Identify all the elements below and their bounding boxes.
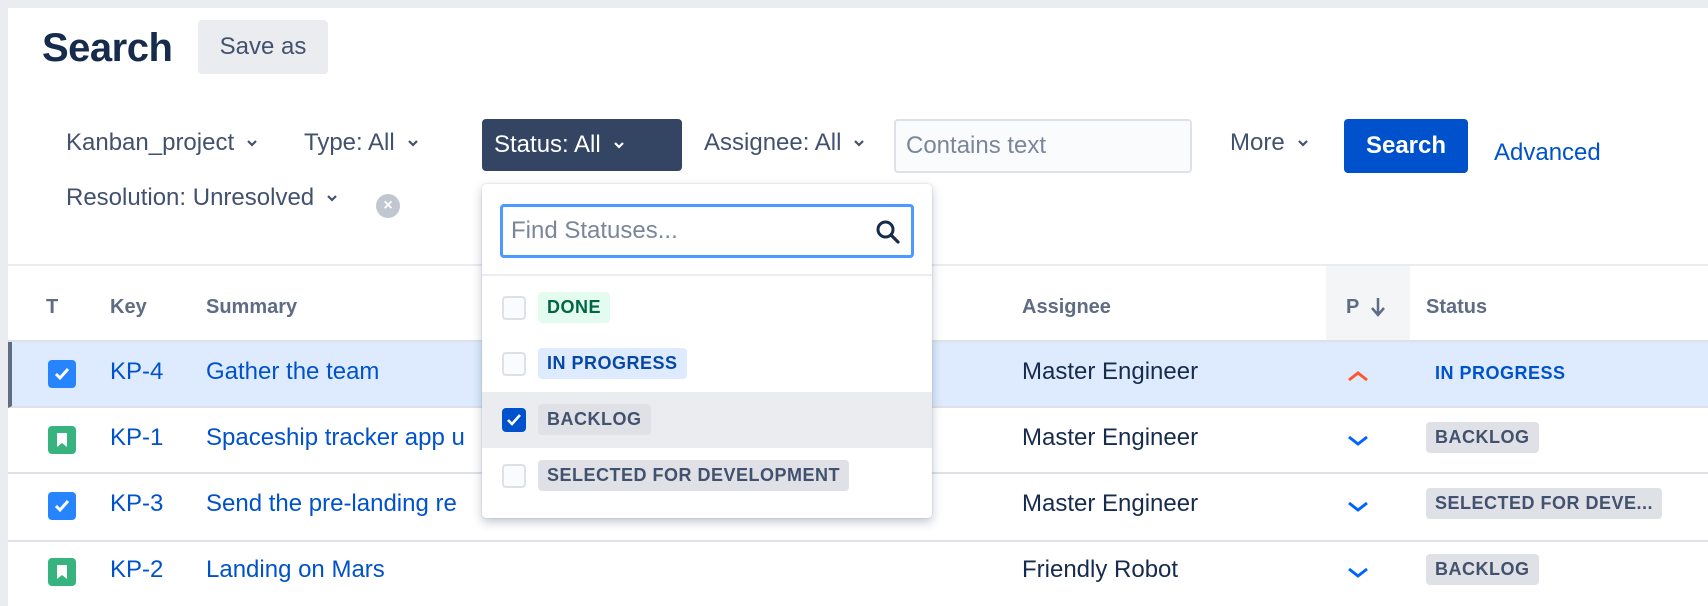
assignee-filter[interactable]: Assignee: All [692,117,877,169]
clear-icon[interactable]: × [376,194,400,218]
resolution-filter-label: Resolution: Unresolved [66,184,315,211]
column-type[interactable]: T [46,296,58,319]
sort-down-arrow-icon [1370,296,1386,323]
chevron-down-icon [326,192,338,204]
column-assignee[interactable]: Assignee [1022,296,1111,319]
project-filter-label: Kanban_project [66,129,235,156]
priority-low-icon [1348,435,1368,446]
status-filter-label: Status: All [494,131,601,158]
search-panel: Search Save as Kanban_project Type: All … [8,8,1708,606]
issue-summary[interactable]: Gather the team [206,358,379,386]
column-status[interactable]: Status [1426,296,1487,319]
status-dropdown: DONE IN PROGRESS BACKLOG SELECTED FOR DE… [482,184,932,518]
more-filter[interactable]: More [1218,117,1321,169]
status-option-backlog[interactable]: BACKLOG [482,392,932,448]
status-option-label: BACKLOG [538,404,651,435]
column-summary[interactable]: Summary [206,296,297,319]
more-filter-label: More [1230,129,1285,156]
project-filter[interactable]: Kanban_project [54,117,270,169]
page-title: Search [42,26,173,70]
issue-assignee: Master Engineer [1022,490,1199,517]
issue-assignee: Master Engineer [1022,358,1199,385]
status-badge: SELECTED FOR DEVE... [1426,488,1663,519]
issue-assignee: Friendly Robot [1022,556,1179,583]
priority-high-icon [1348,371,1368,382]
save-as-button[interactable]: Save as [198,20,328,74]
status-option-label: DONE [538,292,611,323]
issue-key[interactable]: KP-2 [110,556,163,584]
resolution-filter[interactable]: Resolution: Unresolved [54,172,350,224]
status-badge: IN PROGRESS [1435,363,1566,383]
status-badge: BACKLOG [1426,422,1539,453]
chevron-down-icon [407,137,419,149]
status-option-selected-for-development[interactable]: SELECTED FOR DEVELOPMENT [482,448,932,504]
task-checkbox-icon [48,492,76,520]
priority-low-icon [1348,501,1368,512]
status-badge: BACKLOG [1426,554,1539,585]
checkbox[interactable] [502,464,526,488]
issue-summary[interactable]: Spaceship tracker app u [206,424,465,452]
story-bookmark-icon [48,558,76,586]
search-icon [875,219,901,250]
assignee-filter-label: Assignee: All [704,129,842,156]
dropdown-divider [482,274,932,276]
issue-summary[interactable]: Landing on Mars [206,556,385,584]
priority-sort-header-bg [1326,266,1410,340]
task-checkbox-icon [48,360,76,388]
priority-low-icon [1348,567,1368,578]
checkmark-icon [507,414,521,426]
issue-key[interactable]: KP-4 [110,358,163,386]
chevron-down-icon [246,137,258,149]
type-filter-label: Type: All [304,129,395,156]
status-option-done[interactable]: DONE [482,280,932,336]
issue-key[interactable]: KP-3 [110,490,163,518]
chevron-down-icon [1297,137,1309,149]
column-priority[interactable]: P [1346,296,1359,319]
checkbox[interactable] [502,296,526,320]
status-option-in-progress[interactable]: IN PROGRESS [482,336,932,392]
issue-assignee: Master Engineer [1022,424,1199,451]
issue-summary[interactable]: Send the pre-landing re [206,490,457,518]
column-key[interactable]: Key [110,296,147,319]
chevron-down-icon [613,139,625,151]
status-option-label: SELECTED FOR DEVELOPMENT [538,460,850,491]
status-search-box[interactable] [500,204,914,258]
status-search-input[interactable] [511,207,871,255]
checkbox[interactable] [502,352,526,376]
chevron-down-icon [853,137,865,149]
issue-key[interactable]: KP-1 [110,424,163,452]
type-filter[interactable]: Type: All [292,117,431,169]
contains-text-input[interactable] [894,119,1192,173]
table-row[interactable]: KP-2 Landing on Mars Friendly Robot BACK… [8,542,1708,606]
story-bookmark-icon [48,426,76,454]
checkbox-checked[interactable] [502,408,526,432]
status-filter[interactable]: Status: All [482,119,682,171]
search-button[interactable]: Search [1344,119,1468,173]
status-option-label: IN PROGRESS [538,348,687,379]
advanced-link[interactable]: Advanced [1494,139,1601,167]
